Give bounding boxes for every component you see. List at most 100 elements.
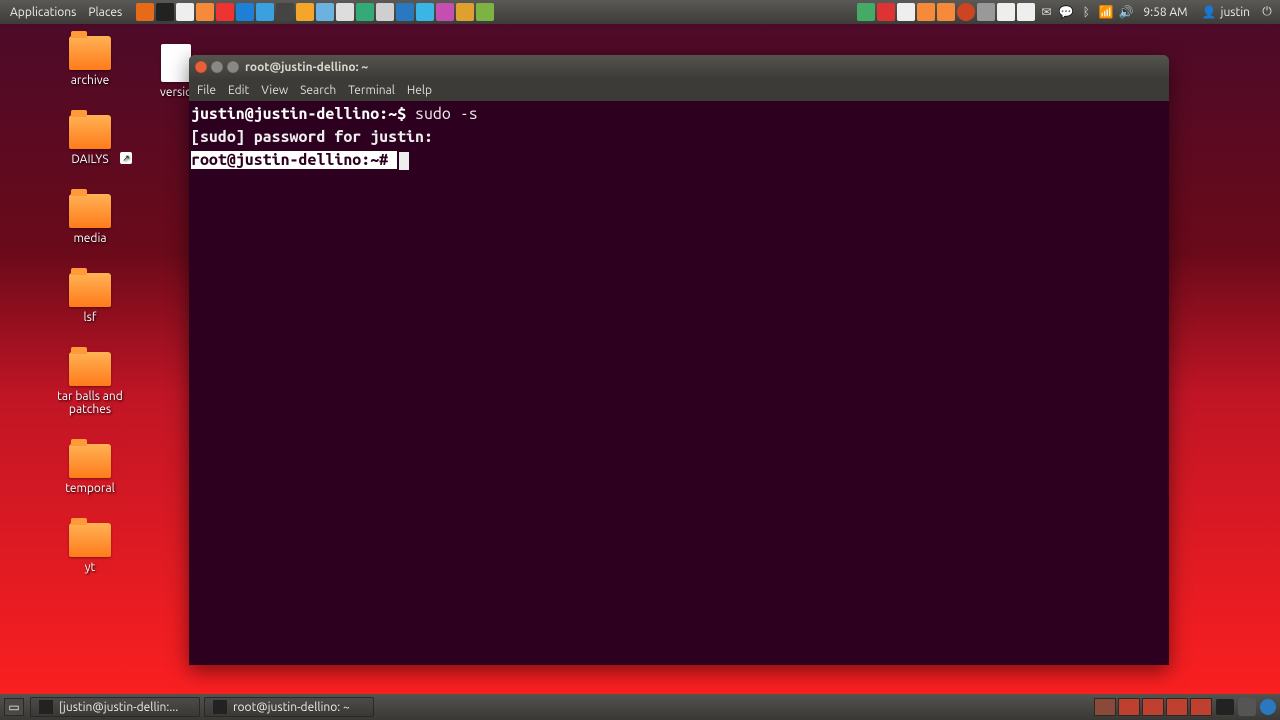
tray-app-icon[interactable] xyxy=(917,3,935,21)
menu-help[interactable]: Help xyxy=(407,84,432,97)
menu-search[interactable]: Search xyxy=(300,84,336,97)
tray-app-icon[interactable] xyxy=(937,3,955,21)
tray-app-icon[interactable] xyxy=(857,3,875,21)
app-icon[interactable] xyxy=(456,3,474,21)
user-menu[interactable]: 👤 justin xyxy=(1196,5,1256,19)
window-titlebar[interactable]: root@justin-dellino: ~ xyxy=(189,55,1169,79)
user-icon: 👤 xyxy=(1202,5,1217,19)
taskbar-entry-1[interactable]: [justin@justin-dellin:... xyxy=(30,697,200,717)
minimize-button[interactable] xyxy=(211,61,223,73)
folder-media[interactable]: media xyxy=(40,194,140,245)
app-icon[interactable] xyxy=(216,3,234,21)
menu-places[interactable]: Places xyxy=(82,6,128,19)
bluetooth-icon[interactable]: ᛒ xyxy=(1077,3,1095,21)
menu-view[interactable]: View xyxy=(261,84,288,97)
menu-terminal[interactable]: Terminal xyxy=(348,84,395,97)
tray-app-icon[interactable] xyxy=(897,3,915,21)
top-panel: Applications Places ✉ 💬 ᛒ 📶 🔊 xyxy=(0,0,1280,24)
show-desktop-button[interactable]: ▭ xyxy=(4,698,24,716)
shortcut-badge-icon: ↗ xyxy=(120,152,132,164)
folder-icon xyxy=(69,115,111,149)
folder-dailys[interactable]: ↗ DAILYS xyxy=(40,115,140,166)
cursor-icon xyxy=(399,152,409,170)
mail-icon[interactable]: ✉ xyxy=(1037,3,1055,21)
desktop-doc[interactable]: versio xyxy=(160,44,192,99)
folder-yt[interactable]: yt xyxy=(40,523,140,574)
folder-temporal[interactable]: temporal xyxy=(40,444,140,495)
app-icon[interactable] xyxy=(436,3,454,21)
menu-applications[interactable]: Applications xyxy=(4,6,82,19)
app-icon[interactable] xyxy=(356,3,374,21)
app-icon[interactable] xyxy=(276,3,294,21)
terminal-icon xyxy=(39,700,53,714)
folder-archive[interactable]: archive xyxy=(40,36,140,87)
tray-app-icon[interactable] xyxy=(877,3,895,21)
workspace-2[interactable] xyxy=(1118,698,1140,716)
tray-app-icon[interactable] xyxy=(957,3,975,21)
window-title: root@justin-dellino: ~ xyxy=(245,61,368,74)
skype-icon[interactable] xyxy=(416,3,434,21)
clock[interactable]: 9:58 AM xyxy=(1137,6,1193,19)
bottom-panel: ▭ [justin@justin-dellin:... root@justin-… xyxy=(0,694,1280,720)
tray-app-icon[interactable] xyxy=(977,3,995,21)
folder-lsf[interactable]: lsf xyxy=(40,273,140,324)
app-icon[interactable] xyxy=(316,3,334,21)
terminal-body[interactable]: justin@justin-dellino:~$ sudo -s [sudo] … xyxy=(189,101,1169,665)
editor-icon[interactable] xyxy=(176,3,194,21)
menu-file[interactable]: File xyxy=(197,84,216,97)
folder-icon xyxy=(69,194,111,228)
tray-app-icon[interactable] xyxy=(1260,699,1276,715)
user-name: justin xyxy=(1221,6,1250,19)
desktop-icons-column: archive ↗ DAILYS media lsf tar balls and … xyxy=(40,36,140,574)
maximize-button[interactable] xyxy=(227,61,239,73)
taskbar-entry-2[interactable]: root@justin-dellino: ~ xyxy=(204,697,374,717)
folder-label: DAILYS xyxy=(71,153,108,166)
app-icon[interactable] xyxy=(196,3,214,21)
terminal-window: root@justin-dellino: ~ File Edit View Se… xyxy=(189,55,1169,665)
power-icon[interactable]: ⏻ xyxy=(1258,3,1276,21)
doc-label: versio xyxy=(160,86,192,99)
document-icon xyxy=(161,44,191,82)
app-icon[interactable] xyxy=(296,3,314,21)
wifi-icon[interactable]: 📶 xyxy=(1097,3,1115,21)
chat-icon[interactable]: 💬 xyxy=(1057,3,1075,21)
app-icon[interactable] xyxy=(396,3,414,21)
tray-terminal-icon[interactable] xyxy=(1216,699,1234,715)
terminal-icon xyxy=(213,700,227,714)
menu-edit[interactable]: Edit xyxy=(228,84,249,97)
task-label: [justin@justin-dellin:... xyxy=(59,701,178,714)
dropbox-icon[interactable] xyxy=(236,3,254,21)
output-line-2: [sudo] password for justin: xyxy=(191,128,442,146)
workspace-4[interactable] xyxy=(1166,698,1188,716)
task-label: root@justin-dellino: ~ xyxy=(233,701,350,714)
app-icon[interactable] xyxy=(336,3,354,21)
app-icon[interactable] xyxy=(256,3,274,21)
folder-label: tar balls and patches xyxy=(40,390,140,416)
trash-icon[interactable] xyxy=(1238,698,1256,716)
folder-label: media xyxy=(73,232,106,245)
folder-label: temporal xyxy=(65,482,115,495)
prompt-line-3: root@justin-dellino:~# xyxy=(191,151,397,169)
terminal-launcher-icon[interactable] xyxy=(156,3,174,21)
command-line-1: sudo -s xyxy=(415,105,478,123)
app-icon[interactable] xyxy=(476,3,494,21)
workspace-switcher xyxy=(1094,698,1212,716)
close-button[interactable] xyxy=(195,61,207,73)
window-buttons xyxy=(195,61,239,73)
folder-icon xyxy=(69,273,111,307)
tray-app-icon[interactable] xyxy=(1017,3,1035,21)
app-icon[interactable] xyxy=(376,3,394,21)
folder-label: lsf xyxy=(84,311,97,324)
workspace-1[interactable] xyxy=(1094,698,1116,716)
tray-app-icon[interactable] xyxy=(997,3,1015,21)
folder-tarballs[interactable]: tar balls and patches xyxy=(40,352,140,416)
folder-label: archive xyxy=(71,74,109,87)
launcher-icons xyxy=(136,3,494,21)
folder-icon xyxy=(69,444,111,478)
firefox-icon[interactable] xyxy=(136,3,154,21)
volume-icon[interactable]: 🔊 xyxy=(1117,3,1135,21)
workspace-5[interactable] xyxy=(1190,698,1212,716)
workspace-3[interactable] xyxy=(1142,698,1164,716)
folder-icon xyxy=(69,352,111,386)
folder-label: yt xyxy=(85,561,96,574)
